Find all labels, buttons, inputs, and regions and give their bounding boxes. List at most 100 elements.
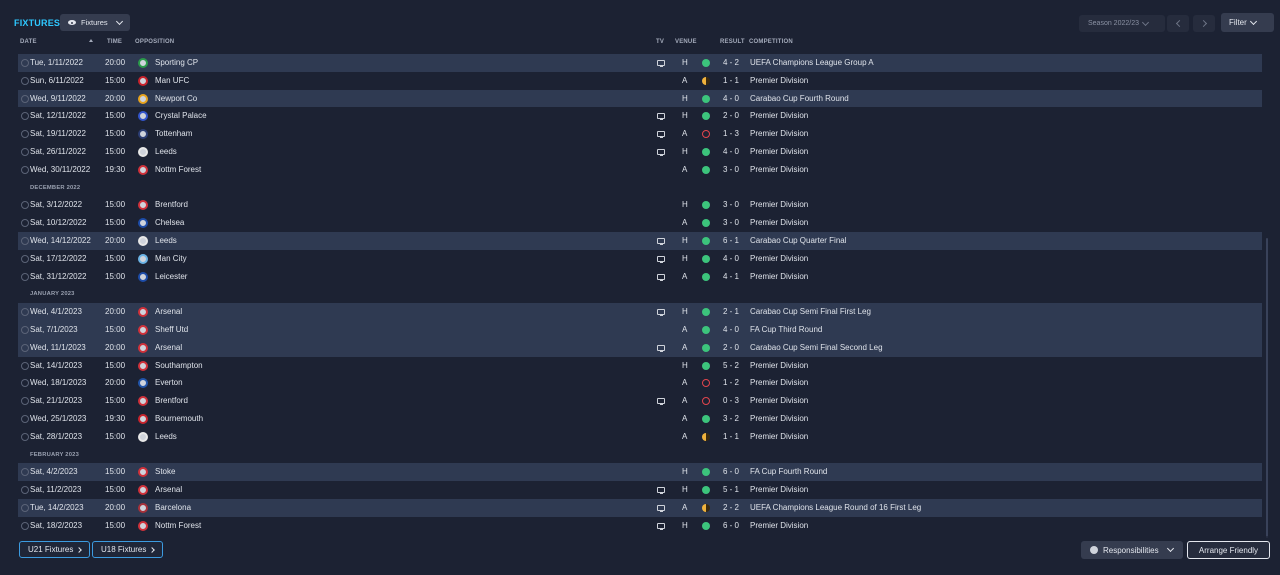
column-header-tv[interactable]: TV bbox=[656, 39, 664, 45]
fixture-row[interactable]: Sun, 6/11/2022 15:00 Man UFC A 1 - 1 Premier … bbox=[18, 72, 1262, 90]
fixture-competition[interactable]: Premier Division bbox=[750, 76, 808, 85]
opposition-name[interactable]: Barcelona bbox=[155, 503, 191, 512]
fixture-score[interactable]: 4 - 2 bbox=[723, 58, 739, 67]
opposition-name[interactable]: Sheff Utd bbox=[155, 325, 188, 334]
fixture-row[interactable]: Sat, 12/11/2022 15:00 Crystal Palace H 2 - 0… bbox=[18, 107, 1262, 125]
select-radio[interactable] bbox=[21, 59, 29, 67]
fixture-competition[interactable]: Premier Division bbox=[750, 432, 808, 441]
fixture-competition[interactable]: Premier Division bbox=[750, 218, 808, 227]
fixture-score[interactable]: 4 - 0 bbox=[723, 325, 739, 334]
scrollbar[interactable] bbox=[1266, 238, 1268, 538]
fixture-competition[interactable]: Premier Division bbox=[750, 254, 808, 263]
fixture-competition[interactable]: Carabao Cup Semi Final First Leg bbox=[750, 307, 871, 316]
fixture-score[interactable]: 2 - 0 bbox=[723, 111, 739, 120]
fixture-competition[interactable]: FA Cup Fourth Round bbox=[750, 467, 827, 476]
fixture-row[interactable]: Sat, 3/12/2022 15:00 Brentford H 3 - 0 Premie… bbox=[18, 196, 1262, 214]
opposition-name[interactable]: Arsenal bbox=[155, 307, 182, 316]
fixture-score[interactable]: 1 - 2 bbox=[723, 378, 739, 387]
fixture-competition[interactable]: Carabao Cup Fourth Round bbox=[750, 94, 849, 103]
opposition-name[interactable]: Arsenal bbox=[155, 343, 182, 352]
column-header-opposition[interactable]: OPPOSITION bbox=[135, 39, 174, 45]
select-radio[interactable] bbox=[21, 361, 29, 370]
fixture-row[interactable]: Tue, 14/2/2023 20:00 Barcelona A 2 - 2 UEFA C… bbox=[18, 498, 1262, 517]
fixture-competition[interactable]: UEFA Champions League Group A bbox=[750, 58, 874, 67]
opposition-name[interactable]: Nottm Forest bbox=[155, 521, 201, 530]
fixture-score[interactable]: 4 - 1 bbox=[723, 272, 739, 281]
column-header-date[interactable]: DATE bbox=[20, 39, 37, 45]
responsibilities-button[interactable]: Responsibilities bbox=[1081, 541, 1183, 559]
select-radio[interactable] bbox=[21, 76, 29, 85]
select-radio[interactable] bbox=[21, 94, 29, 103]
fixture-score[interactable]: 2 - 2 bbox=[723, 503, 739, 512]
fixture-competition[interactable]: Premier Division bbox=[750, 111, 808, 120]
fixture-row[interactable]: Sat, 7/1/2023 15:00 Sheff Utd A 4 - 0 FA Cup … bbox=[18, 320, 1262, 339]
column-header-competition[interactable]: COMPETITION bbox=[749, 39, 793, 45]
select-radio[interactable] bbox=[21, 486, 29, 495]
opposition-name[interactable]: Leeds bbox=[155, 147, 177, 156]
select-radio[interactable] bbox=[21, 503, 29, 512]
opposition-name[interactable]: Everton bbox=[155, 378, 183, 387]
filter-button[interactable]: Filter bbox=[1221, 13, 1274, 32]
fixture-row[interactable]: Wed, 30/11/2022 19:30 Nottm Forest A 3 - 0 Pr… bbox=[18, 161, 1262, 179]
select-radio[interactable] bbox=[21, 254, 29, 263]
fixture-competition[interactable]: Premier Division bbox=[750, 361, 808, 370]
fixture-score[interactable]: 6 - 0 bbox=[723, 467, 739, 476]
fixture-competition[interactable]: UEFA Champions League Round of 16 First … bbox=[750, 503, 921, 512]
fixture-row[interactable]: Sat, 19/11/2022 15:00 Tottenham A 1 - 3 Premi… bbox=[18, 125, 1262, 143]
season-selector[interactable]: Season 2022/23 bbox=[1079, 15, 1165, 32]
opposition-name[interactable]: Stoke bbox=[155, 467, 175, 476]
u18-fixtures-button[interactable]: U18 Fixtures bbox=[92, 541, 164, 558]
column-header-venue[interactable]: VENUE bbox=[675, 39, 697, 45]
u21-fixtures-button[interactable]: U21 Fixtures bbox=[19, 541, 91, 558]
fixture-row[interactable]: Wed, 4/1/2023 20:00 Arsenal H 2 - 1 Carabao C… bbox=[18, 303, 1262, 321]
fixture-row[interactable]: Wed, 18/1/2023 20:00 Everton A 1 - 2 Premier … bbox=[18, 374, 1262, 392]
fixture-score[interactable]: 0 - 3 bbox=[723, 396, 739, 405]
fixture-competition[interactable]: Carabao Cup Quarter Final bbox=[750, 236, 847, 245]
select-radio[interactable] bbox=[21, 236, 29, 245]
fixture-competition[interactable]: Premier Division bbox=[750, 485, 808, 494]
select-radio[interactable] bbox=[21, 414, 29, 423]
fixture-row[interactable]: Wed, 14/12/2022 20:00 Leeds H 6 - 1 Carabao C… bbox=[18, 231, 1262, 250]
fixture-row[interactable]: Wed, 9/11/2022 20:00 Newport Co H 4 - 0 Carab… bbox=[18, 89, 1262, 108]
column-header-time[interactable]: TIME bbox=[107, 39, 122, 45]
fixture-row[interactable]: Sat, 26/11/2022 15:00 Leeds H 4 - 0 Premier D… bbox=[18, 143, 1262, 161]
opposition-name[interactable]: Chelsea bbox=[155, 218, 184, 227]
fixture-row[interactable]: Sat, 21/1/2023 15:00 Brentford A 0 - 3 Premie… bbox=[18, 392, 1262, 410]
opposition-name[interactable]: Man UFC bbox=[155, 76, 189, 85]
fixture-competition[interactable]: Premier Division bbox=[750, 147, 808, 156]
select-radio[interactable] bbox=[21, 272, 29, 281]
fixture-score[interactable]: 3 - 0 bbox=[723, 165, 739, 174]
fixture-row[interactable]: Sat, 14/1/2023 15:00 Southampton H 5 - 2 Prem… bbox=[18, 357, 1262, 375]
fixture-competition[interactable]: Premier Division bbox=[750, 272, 808, 281]
fixture-competition[interactable]: FA Cup Third Round bbox=[750, 325, 822, 334]
fixture-score[interactable]: 1 - 3 bbox=[723, 129, 739, 138]
select-radio[interactable] bbox=[21, 112, 29, 121]
fixture-score[interactable]: 5 - 2 bbox=[723, 361, 739, 370]
fixture-row[interactable]: Sat, 11/2/2023 15:00 Arsenal H 5 - 1 Premier … bbox=[18, 481, 1262, 499]
fixture-score[interactable]: 3 - 2 bbox=[723, 414, 739, 423]
fixture-score[interactable]: 4 - 0 bbox=[723, 147, 739, 156]
select-radio[interactable] bbox=[21, 308, 29, 317]
select-radio[interactable] bbox=[21, 201, 29, 210]
opposition-name[interactable]: Leeds bbox=[155, 432, 177, 441]
select-radio[interactable] bbox=[21, 397, 29, 406]
opposition-name[interactable]: Crystal Palace bbox=[155, 111, 207, 120]
select-radio[interactable] bbox=[21, 432, 29, 441]
opposition-name[interactable]: Brentford bbox=[155, 396, 188, 405]
opposition-name[interactable]: Tottenham bbox=[155, 129, 192, 138]
select-radio[interactable] bbox=[21, 343, 29, 352]
fixture-competition[interactable]: Premier Division bbox=[750, 165, 808, 174]
fixture-row[interactable]: Sat, 28/1/2023 15:00 Leeds A 1 - 1 Premier Di… bbox=[18, 428, 1262, 446]
fixture-score[interactable]: 4 - 0 bbox=[723, 94, 739, 103]
select-radio[interactable] bbox=[21, 130, 29, 139]
opposition-name[interactable]: Brentford bbox=[155, 200, 188, 209]
fixture-score[interactable]: 1 - 1 bbox=[723, 432, 739, 441]
fixture-row[interactable]: Sat, 18/2/2023 15:00 Nottm Forest H 6 - 0 Pre… bbox=[18, 517, 1262, 535]
fixture-row[interactable]: Sat, 17/12/2022 15:00 Man City H 4 - 0 Premie… bbox=[18, 250, 1262, 268]
select-radio[interactable] bbox=[21, 379, 29, 388]
arrange-friendly-button[interactable]: Arrange Friendly bbox=[1187, 541, 1270, 559]
view-selector-button[interactable]: Fixtures bbox=[60, 14, 130, 31]
fixture-score[interactable]: 3 - 0 bbox=[723, 218, 739, 227]
fixture-score[interactable]: 1 - 1 bbox=[723, 76, 739, 85]
select-radio[interactable] bbox=[21, 521, 29, 530]
